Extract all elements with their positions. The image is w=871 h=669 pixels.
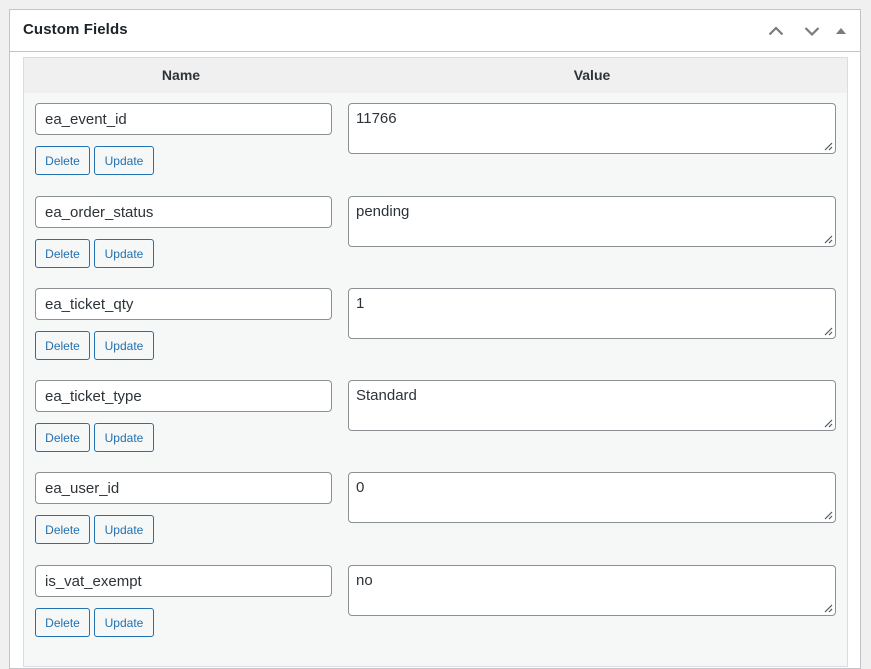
panel-header: Custom Fields: [10, 10, 860, 52]
meta-value-textarea[interactable]: 0: [348, 472, 836, 523]
update-button[interactable]: Update: [94, 608, 154, 637]
panel-title: Custom Fields: [23, 21, 128, 38]
update-button[interactable]: Update: [94, 423, 154, 452]
chevron-up-icon: [768, 26, 784, 36]
custom-fields-table: Name Value DeleteUpdate11766DeleteUpdate…: [23, 57, 848, 667]
meta-key-input[interactable]: [35, 565, 332, 597]
table-row: DeleteUpdate 11766: [24, 103, 847, 195]
table-row: DeleteUpdate Standard: [24, 380, 847, 472]
move-up-button[interactable]: [758, 18, 794, 44]
resize-handle-icon[interactable]: [824, 604, 833, 613]
panel-handle-actions: [758, 18, 852, 44]
resize-handle-icon[interactable]: [824, 327, 833, 336]
meta-value-textarea[interactable]: 1: [348, 288, 836, 339]
table-row: DeleteUpdate 1: [24, 288, 847, 380]
update-button[interactable]: Update: [94, 331, 154, 360]
table-header: Name Value: [24, 58, 847, 93]
triangle-up-icon: [836, 28, 846, 34]
delete-button[interactable]: Delete: [35, 608, 90, 637]
delete-button[interactable]: Delete: [35, 423, 90, 452]
resize-handle-icon[interactable]: [824, 511, 833, 520]
column-header-value: Value: [573, 67, 611, 83]
delete-button[interactable]: Delete: [35, 331, 90, 360]
table-row: DeleteUpdate 0: [24, 472, 847, 564]
toggle-panel-button[interactable]: [830, 18, 852, 44]
resize-handle-icon[interactable]: [824, 235, 833, 244]
update-button[interactable]: Update: [94, 239, 154, 268]
update-button[interactable]: Update: [94, 146, 154, 175]
meta-value-textarea[interactable]: Standard: [348, 380, 836, 431]
custom-fields-panel: Custom Fields Name Value De: [9, 9, 861, 669]
delete-button[interactable]: Delete: [35, 239, 90, 268]
meta-key-input[interactable]: [35, 472, 332, 504]
delete-button[interactable]: Delete: [35, 146, 90, 175]
meta-key-input[interactable]: [35, 196, 332, 228]
update-button[interactable]: Update: [94, 515, 154, 544]
move-down-button[interactable]: [794, 18, 830, 44]
delete-button[interactable]: Delete: [35, 515, 90, 544]
meta-value-textarea[interactable]: pending: [348, 196, 836, 247]
meta-key-input[interactable]: [35, 103, 332, 135]
meta-value-textarea[interactable]: 11766: [348, 103, 836, 154]
column-header-name: Name: [161, 67, 201, 83]
meta-key-input[interactable]: [35, 380, 332, 412]
chevron-down-icon: [804, 27, 820, 37]
table-row: DeleteUpdate pending: [24, 196, 847, 288]
meta-key-input[interactable]: [35, 288, 332, 320]
table-row: DeleteUpdate no: [24, 565, 847, 657]
resize-handle-icon[interactable]: [824, 142, 833, 151]
resize-handle-icon[interactable]: [824, 419, 833, 428]
meta-value-textarea[interactable]: no: [348, 565, 836, 616]
